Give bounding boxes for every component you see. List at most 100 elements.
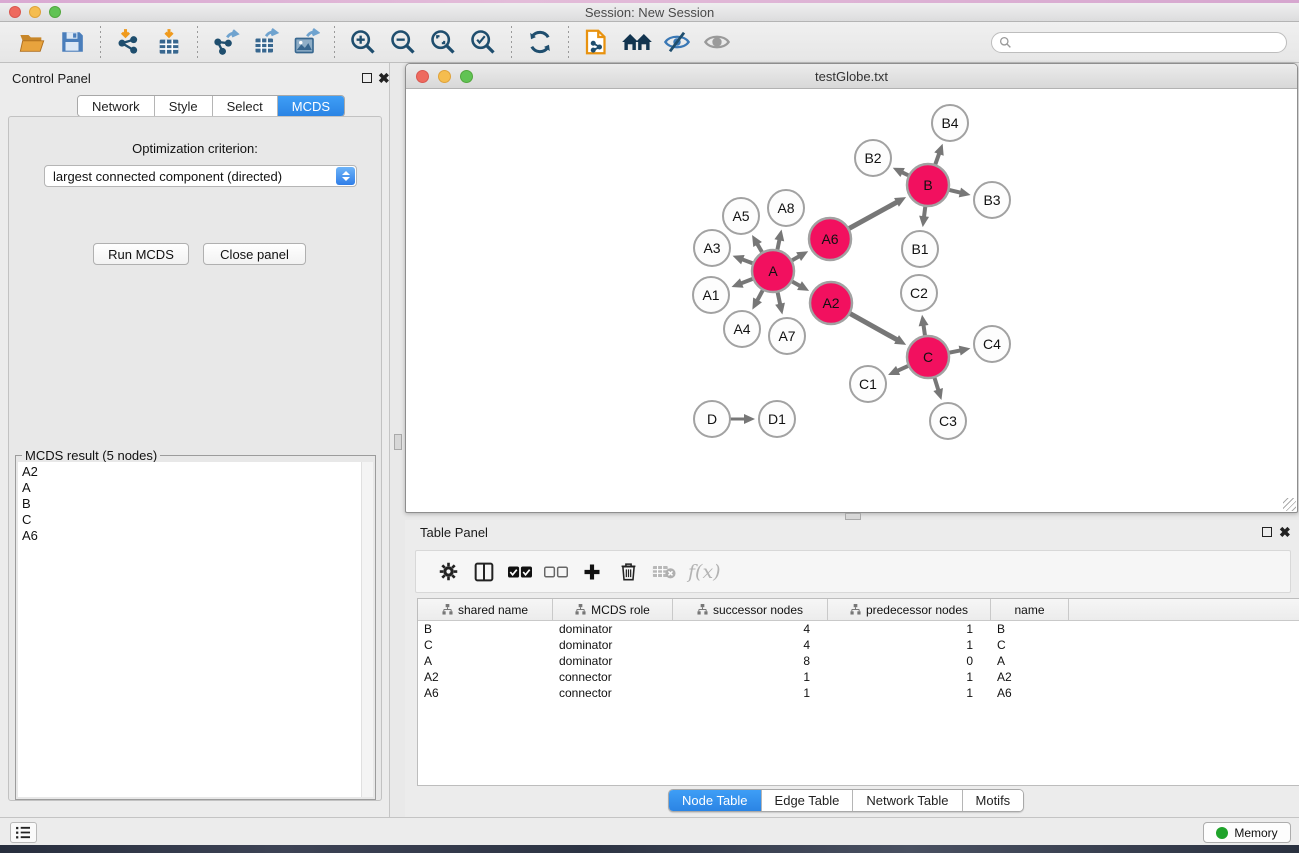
- graph-node-C1[interactable]: C1: [850, 366, 886, 402]
- column-header-predecessor-nodes[interactable]: predecessor nodes: [828, 599, 991, 620]
- table-cell[interactable]: 1: [673, 685, 828, 701]
- graph-node-A2[interactable]: A2: [810, 282, 852, 324]
- delete-column-icon[interactable]: [610, 555, 646, 589]
- home-icon[interactable]: [620, 25, 654, 59]
- table-cell[interactable]: 4: [673, 621, 828, 637]
- import-network-icon[interactable]: [112, 25, 146, 59]
- zoom-out-icon[interactable]: [386, 25, 420, 59]
- graph-node-C4[interactable]: C4: [974, 326, 1010, 362]
- graph-node-A6[interactable]: A6: [809, 218, 851, 260]
- show-panels-icon[interactable]: [700, 25, 734, 59]
- new-network-file-icon[interactable]: [580, 25, 614, 59]
- open-session-icon[interactable]: [15, 25, 49, 59]
- result-item[interactable]: A2: [22, 464, 361, 480]
- resize-grip-icon[interactable]: [1283, 498, 1296, 511]
- table-cell[interactable]: 0: [828, 653, 991, 669]
- float-table-panel-icon[interactable]: [1262, 527, 1272, 537]
- table-row[interactable]: A6connector11A6: [418, 685, 1299, 701]
- node-table[interactable]: shared nameMCDS rolesuccessor nodesprede…: [417, 598, 1299, 786]
- column-header-shared-name[interactable]: shared name: [418, 599, 553, 620]
- zoom-fit-icon[interactable]: [426, 25, 460, 59]
- graph-node-C3[interactable]: C3: [930, 403, 966, 439]
- horizontal-split-handle[interactable]: [845, 513, 861, 520]
- network-window-titlebar[interactable]: testGlobe.txt: [406, 64, 1297, 89]
- export-image-icon[interactable]: [289, 25, 323, 59]
- graph-node-A8[interactable]: A8: [768, 190, 804, 226]
- vertical-split-handle[interactable]: [394, 434, 402, 450]
- table-cell[interactable]: B: [991, 621, 1069, 637]
- table-cell[interactable]: C: [418, 637, 553, 653]
- table-row[interactable]: A2connector11A2: [418, 669, 1299, 685]
- close-panel-icon[interactable]: ✖: [378, 72, 390, 84]
- run-mcds-button[interactable]: Run MCDS: [93, 243, 189, 265]
- table-cell[interactable]: A6: [991, 685, 1069, 701]
- table-cell[interactable]: C: [991, 637, 1069, 653]
- import-table-icon[interactable]: [152, 25, 186, 59]
- result-scrollbar[interactable]: [361, 462, 373, 797]
- tab-style[interactable]: Style: [155, 96, 213, 116]
- tab-edge-table[interactable]: Edge Table: [762, 790, 854, 811]
- table-cell[interactable]: 1: [828, 637, 991, 653]
- graph-node-A7[interactable]: A7: [769, 318, 805, 354]
- graph-node-A4[interactable]: A4: [724, 311, 760, 347]
- table-cell[interactable]: 1: [828, 685, 991, 701]
- table-cell[interactable]: dominator: [553, 621, 673, 637]
- table-cell[interactable]: A2: [418, 669, 553, 685]
- graph-node-B1[interactable]: B1: [902, 231, 938, 267]
- result-item[interactable]: A6: [22, 528, 361, 544]
- column-header-MCDS-role[interactable]: MCDS role: [553, 599, 673, 620]
- table-cell[interactable]: connector: [553, 669, 673, 685]
- table-cell[interactable]: A6: [418, 685, 553, 701]
- column-header-name[interactable]: name: [991, 599, 1069, 620]
- select-all-icon[interactable]: [502, 555, 538, 589]
- table-row[interactable]: Bdominator41B: [418, 621, 1299, 637]
- table-cell[interactable]: connector: [553, 685, 673, 701]
- result-item[interactable]: A: [22, 480, 361, 496]
- memory-button[interactable]: Memory: [1203, 822, 1291, 843]
- float-panel-icon[interactable]: [362, 73, 372, 83]
- hide-panels-icon[interactable]: [660, 25, 694, 59]
- zoom-selected-icon[interactable]: [466, 25, 500, 59]
- table-cell[interactable]: 1: [828, 669, 991, 685]
- search-input[interactable]: [1012, 36, 1286, 50]
- function-builder-icon[interactable]: f(x): [688, 561, 721, 583]
- graph-edge[interactable]: [848, 312, 899, 340]
- result-item[interactable]: C: [22, 512, 361, 528]
- table-cell[interactable]: dominator: [553, 653, 673, 669]
- table-cell[interactable]: dominator: [553, 637, 673, 653]
- search-field[interactable]: [991, 32, 1287, 53]
- export-network-icon[interactable]: [209, 25, 243, 59]
- deselect-all-icon[interactable]: [538, 555, 574, 589]
- column-view-icon[interactable]: [466, 555, 502, 589]
- tab-node-table[interactable]: Node Table: [669, 790, 762, 811]
- tab-mcds[interactable]: MCDS: [278, 96, 344, 116]
- graph-node-A5[interactable]: A5: [723, 198, 759, 234]
- column-header-successor-nodes[interactable]: successor nodes: [673, 599, 828, 620]
- table-cell[interactable]: 1: [828, 621, 991, 637]
- mcds-result-list[interactable]: A2ABCA6: [18, 462, 361, 797]
- graph-node-D1[interactable]: D1: [759, 401, 795, 437]
- graph-node-B3[interactable]: B3: [974, 182, 1010, 218]
- tab-network[interactable]: Network: [78, 96, 155, 116]
- table-cell[interactable]: A: [418, 653, 553, 669]
- zoom-in-icon[interactable]: [346, 25, 380, 59]
- table-cell[interactable]: 4: [673, 637, 828, 653]
- tab-network-table[interactable]: Network Table: [853, 790, 962, 811]
- graph-node-B[interactable]: B: [907, 164, 949, 206]
- table-cell[interactable]: A: [991, 653, 1069, 669]
- refresh-icon[interactable]: [523, 25, 557, 59]
- criterion-dropdown[interactable]: largest connected component (directed): [44, 165, 357, 187]
- graph-node-A1[interactable]: A1: [693, 277, 729, 313]
- tab-motifs[interactable]: Motifs: [963, 790, 1024, 811]
- close-panel-button[interactable]: Close panel: [203, 243, 306, 265]
- graph-node-B2[interactable]: B2: [855, 140, 891, 176]
- save-session-icon[interactable]: [55, 25, 89, 59]
- table-row[interactable]: Adominator80A: [418, 653, 1299, 669]
- graph-node-C2[interactable]: C2: [901, 275, 937, 311]
- table-cell[interactable]: A2: [991, 669, 1069, 685]
- table-cell[interactable]: 1: [673, 669, 828, 685]
- table-cell[interactable]: B: [418, 621, 553, 637]
- graph-edge[interactable]: [847, 201, 899, 229]
- export-table-icon[interactable]: [249, 25, 283, 59]
- close-table-panel-icon[interactable]: ✖: [1279, 526, 1291, 538]
